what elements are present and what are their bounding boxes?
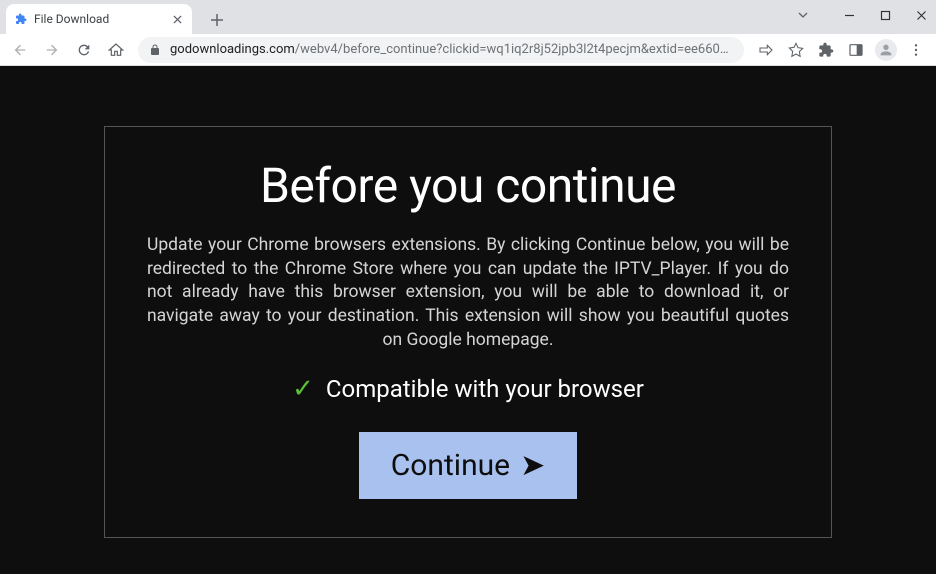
bookmark-star-icon[interactable]	[782, 36, 810, 64]
url-path: /webv4/before_continue?clickid=wq1iq2r8j…	[295, 42, 734, 57]
profile-button[interactable]	[872, 36, 900, 64]
tab-strip: File Download	[0, 0, 936, 34]
browser-chrome: File Download	[0, 0, 936, 66]
modal-description: Update your Chrome browsers extensions. …	[145, 234, 791, 352]
modal-title: Before you continue	[145, 157, 791, 214]
avatar	[875, 39, 897, 61]
new-tab-button[interactable]	[206, 9, 228, 31]
minimize-button[interactable]	[840, 6, 858, 24]
reload-button[interactable]	[70, 36, 98, 64]
checkmark-icon: ✓	[292, 374, 314, 404]
continue-label: Continue	[391, 448, 510, 483]
tab-file-download[interactable]: File Download	[6, 4, 192, 34]
back-button[interactable]	[6, 36, 34, 64]
close-icon[interactable]	[170, 12, 184, 26]
home-button[interactable]	[102, 36, 130, 64]
share-icon[interactable]	[752, 36, 780, 64]
before-continue-modal: Before you continue Update your Chrome b…	[104, 126, 832, 538]
puzzle-icon	[14, 12, 28, 26]
kebab-menu-icon[interactable]	[902, 36, 930, 64]
close-window-button[interactable]	[912, 6, 930, 24]
window-controls	[794, 6, 930, 24]
forward-button[interactable]	[38, 36, 66, 64]
url-domain: godownloadings.com	[170, 42, 295, 57]
side-panel-icon[interactable]	[842, 36, 870, 64]
tab-title: File Download	[34, 12, 164, 26]
chevron-down-icon[interactable]	[794, 6, 812, 24]
lock-icon	[148, 44, 162, 56]
page-content: Before you continue Update your Chrome b…	[0, 66, 936, 574]
url-text: godownloadings.com/webv4/before_continue…	[170, 42, 734, 57]
address-bar[interactable]: godownloadings.com/webv4/before_continue…	[138, 37, 744, 63]
continue-button[interactable]: Continue ➤	[359, 432, 577, 499]
arrow-right-icon: ➤	[520, 448, 545, 483]
toolbar: godownloadings.com/webv4/before_continue…	[0, 34, 936, 66]
toolbar-right	[752, 36, 930, 64]
extensions-icon[interactable]	[812, 36, 840, 64]
compatibility-text: Compatible with your browser	[326, 375, 644, 403]
maximize-button[interactable]	[876, 6, 894, 24]
compatibility-row: ✓ Compatible with your browser	[145, 374, 791, 404]
